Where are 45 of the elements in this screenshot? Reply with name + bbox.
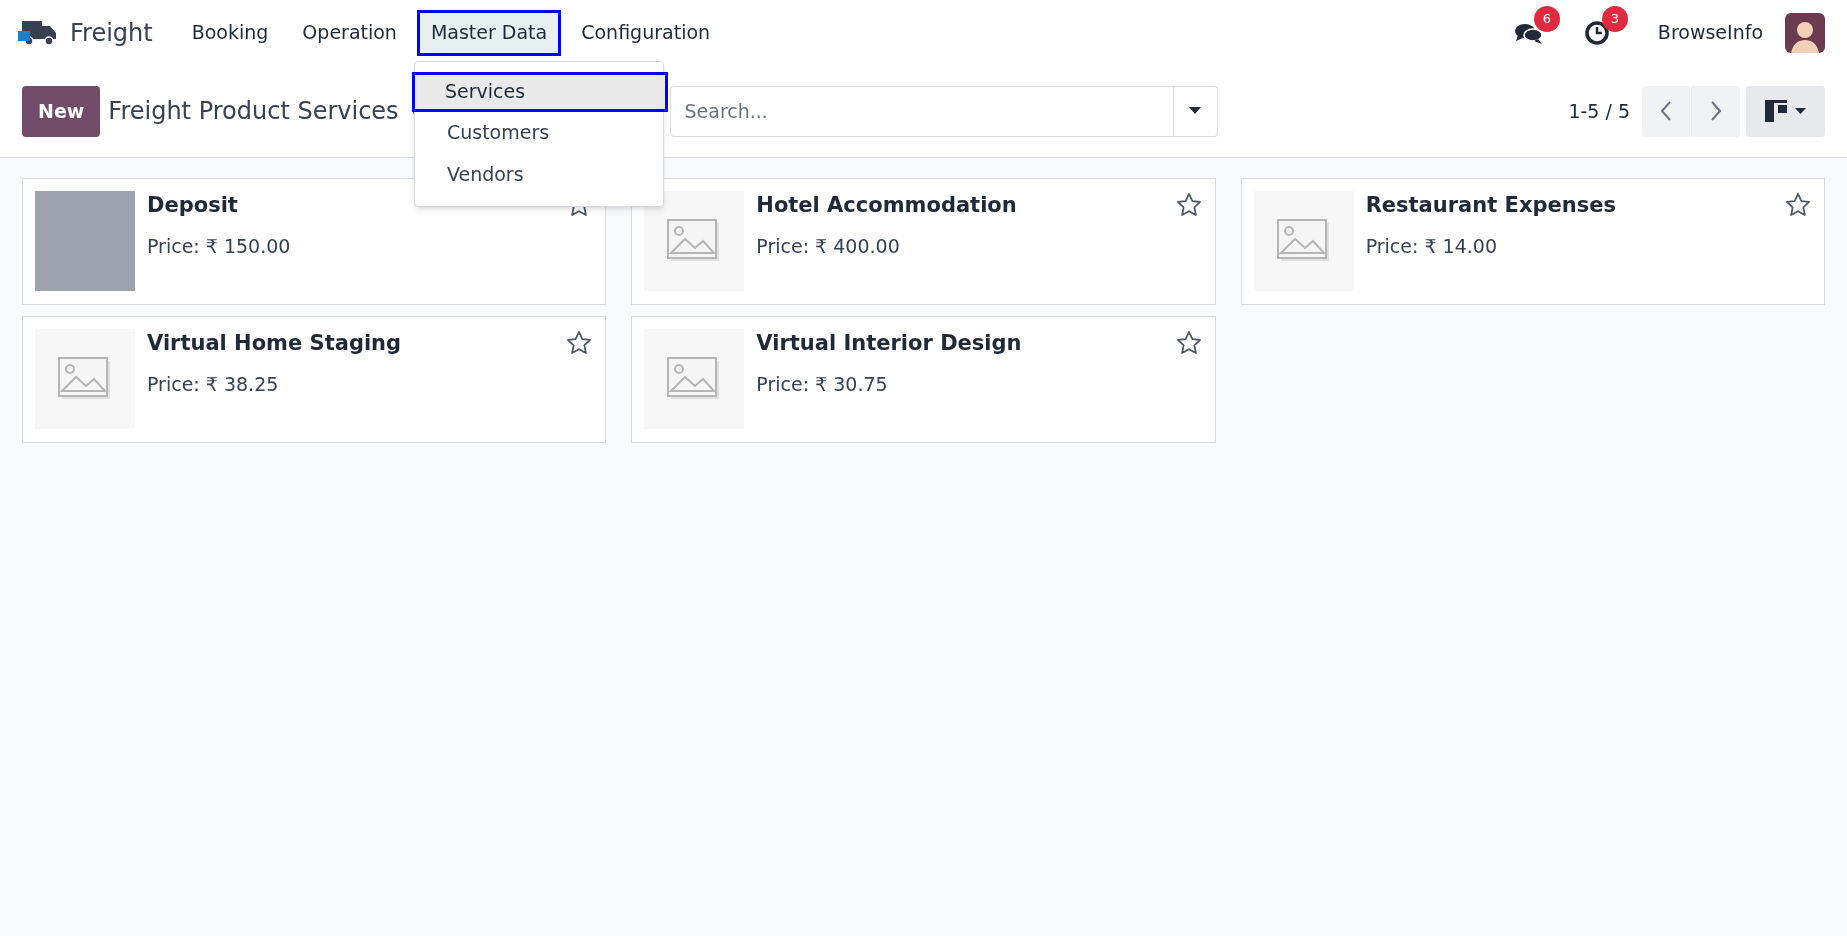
page-title: Freight Product Services [108, 96, 399, 127]
product-card[interactable]: Virtual Interior Design Price: ₹ 30.75 [631, 316, 1216, 443]
star-icon[interactable] [1174, 329, 1203, 357]
star-icon[interactable] [1784, 191, 1812, 219]
product-card[interactable]: Restaurant Expenses Price: ₹ 14.00 [1240, 178, 1825, 305]
dropdown-item[interactable]: Services [411, 71, 668, 112]
notification-badge: 3 [1601, 5, 1628, 32]
product-card[interactable]: Hotel Accommodation Price: ₹ 400.00 [631, 178, 1216, 305]
pager-value: 1-5 / 5 [1568, 98, 1630, 124]
image-placeholder-icon [644, 329, 745, 429]
app-name[interactable]: Freight [70, 14, 153, 51]
chevron-right-icon [1709, 100, 1722, 122]
product-price: Price: ₹ 14.00 [1365, 233, 1498, 259]
truck-icon[interactable] [18, 18, 58, 47]
notification-badge: 6 [1533, 5, 1560, 32]
menu-item[interactable]: Booking [177, 9, 283, 56]
clock-icon[interactable] [1583, 19, 1610, 46]
search-options-toggle[interactable] [1173, 85, 1218, 137]
product-name: Virtual Home Staging [147, 330, 403, 357]
company-name[interactable]: BrowseInfo [1657, 18, 1763, 47]
avatar-icon[interactable] [1785, 12, 1825, 53]
product-name: Virtual Interior Design [756, 330, 1023, 357]
kanban-icon [1765, 100, 1787, 122]
menu-item[interactable]: Master Data [416, 9, 562, 56]
image-placeholder-icon [35, 329, 135, 429]
chevron-left-icon [1660, 100, 1672, 122]
product-price: Price: ₹ 400.00 [756, 233, 901, 259]
caret-icon [1189, 107, 1201, 115]
menu-item[interactable]: Configuration [567, 9, 725, 56]
product-card[interactable]: Virtual Home Staging Price: ₹ 38.25 [22, 316, 607, 443]
new-button[interactable]: New [22, 85, 101, 137]
product-name: Hotel Accommodation [756, 192, 1018, 219]
product-price: Price: ₹ 30.75 [756, 371, 889, 397]
product-name: Restaurant Expenses [1365, 192, 1617, 219]
view-switcher-button[interactable] [1746, 85, 1825, 137]
image-placeholder-icon [1253, 191, 1354, 291]
product-name: Deposit [147, 192, 239, 219]
search-field[interactable]: Search... [669, 85, 1174, 137]
dropdown-item[interactable]: Customers [414, 111, 663, 154]
caret-icon [1795, 108, 1806, 114]
menu-item[interactable]: Operation [288, 9, 411, 56]
star-icon[interactable] [565, 329, 594, 357]
product-price: Price: ₹ 150.00 [147, 233, 292, 259]
product-price: Price: ₹ 38.25 [147, 371, 280, 397]
star-icon[interactable] [1174, 191, 1203, 219]
